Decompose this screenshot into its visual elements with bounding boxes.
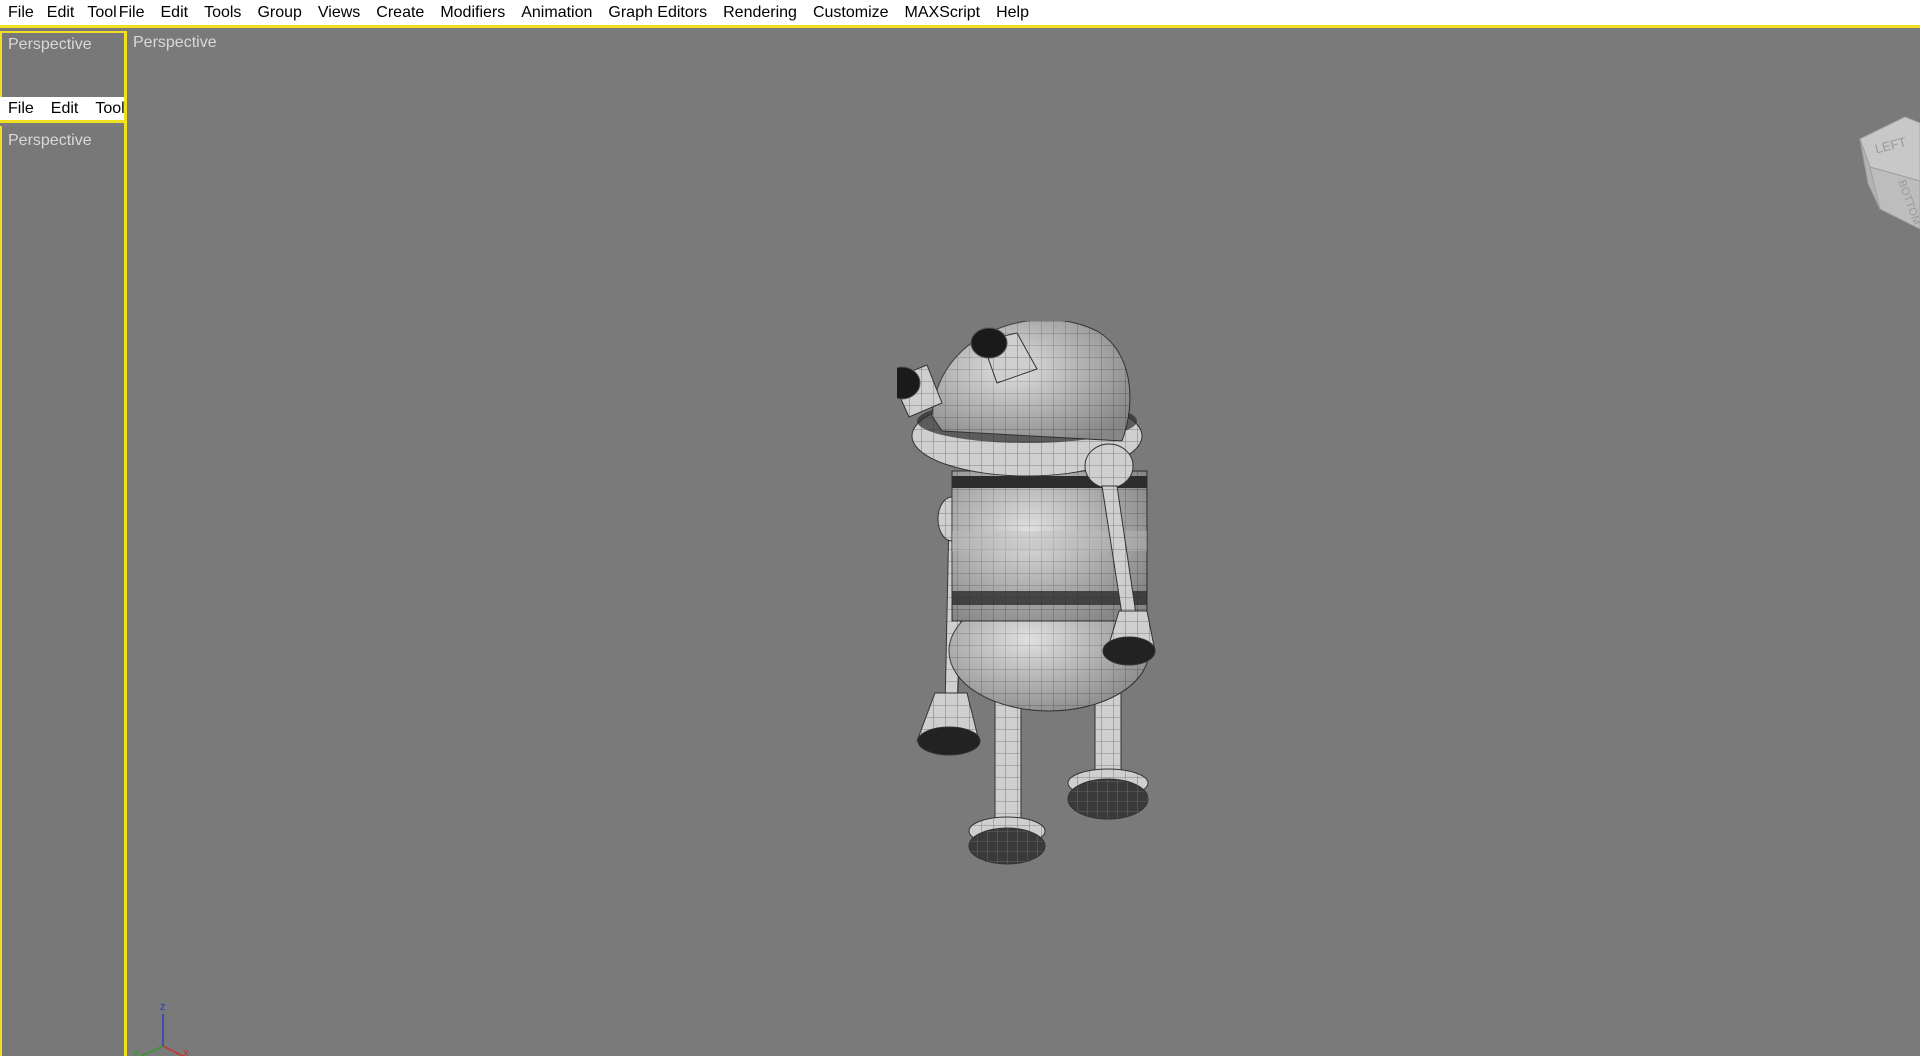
- menu-tools[interactable]: Tools: [196, 1, 249, 25]
- nested-menubar: File Edit Tool: [0, 97, 126, 123]
- viewport-label[interactable]: Perspective: [133, 34, 217, 52]
- menu-graph-editors[interactable]: Graph Editors: [600, 1, 715, 25]
- menu-animation[interactable]: Animation: [513, 1, 600, 25]
- viewport-label[interactable]: Perspective: [8, 36, 92, 54]
- nested-menu-edit[interactable]: Edit: [39, 97, 84, 120]
- nested-menu-file[interactable]: File: [0, 97, 39, 120]
- menu-file-truncated[interactable]: File: [0, 1, 39, 25]
- axis-z-label: z: [160, 1001, 166, 1013]
- viewport-label[interactable]: Perspective: [8, 132, 92, 150]
- menu-maxscript[interactable]: MAXScript: [897, 1, 989, 25]
- menu-customize[interactable]: Customize: [805, 1, 897, 25]
- robot-model[interactable]: [897, 321, 1317, 1056]
- menu-rendering[interactable]: Rendering: [715, 1, 805, 25]
- viewport-top-left[interactable]: Perspective: [0, 31, 124, 97]
- axis-y-label: y: [133, 1047, 139, 1056]
- menu-edit[interactable]: Edit: [153, 1, 197, 25]
- viewport-bottom-left[interactable]: Perspective: [0, 126, 124, 1056]
- menu-modifiers[interactable]: Modifiers: [432, 1, 513, 25]
- viewport-main-perspective[interactable]: Perspective LEFT BOTTOM z y x: [127, 31, 1920, 1056]
- menu-file[interactable]: File: [117, 1, 153, 25]
- menu-help[interactable]: Help: [988, 1, 1037, 25]
- menu-edit-truncated[interactable]: Edit: [39, 1, 80, 25]
- nested-menu-tools[interactable]: Tool: [83, 97, 126, 120]
- menu-tools-truncated[interactable]: Tool: [79, 1, 116, 25]
- menu-views[interactable]: Views: [310, 1, 368, 25]
- axis-gizmo-icon: z y x: [133, 1001, 189, 1056]
- menu-create[interactable]: Create: [368, 1, 432, 25]
- menu-group[interactable]: Group: [249, 1, 309, 25]
- viewcube-icon[interactable]: LEFT BOTTOM: [1850, 109, 1920, 239]
- axis-x-label: x: [183, 1047, 189, 1056]
- main-menubar: File Edit Tool File Edit Tools Group Vie…: [0, 0, 1920, 28]
